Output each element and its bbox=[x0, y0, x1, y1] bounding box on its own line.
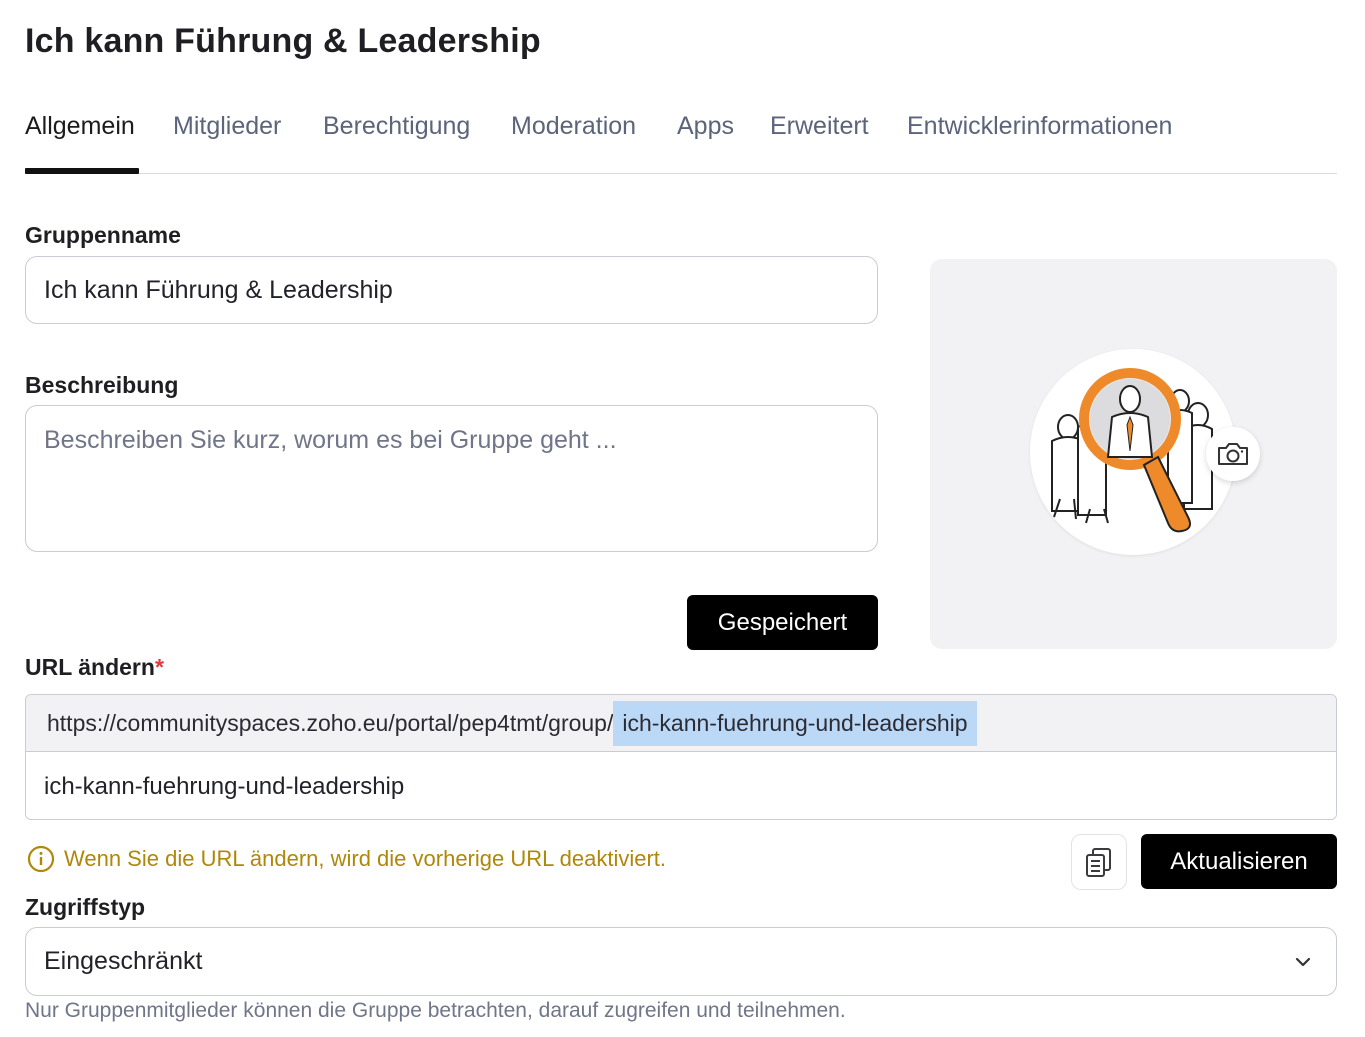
group-name-label: Gruppenname bbox=[25, 222, 181, 248]
copy-icon bbox=[1086, 848, 1111, 877]
update-url-button[interactable]: Aktualisieren bbox=[1141, 834, 1337, 889]
url-label: URL ändern* bbox=[25, 654, 164, 681]
camera-icon bbox=[1218, 443, 1248, 465]
url-warning-text: Wenn Sie die URL ändern, wird die vorher… bbox=[64, 846, 667, 871]
active-tab-indicator bbox=[25, 168, 139, 174]
tab-bar: Allgemein Mitglieder Berechtigung Modera… bbox=[25, 104, 1337, 174]
page-title: Ich kann Führung & Leadership bbox=[25, 22, 541, 60]
group-name-value: Ich kann Führung & Leadership bbox=[44, 275, 393, 304]
url-warning: Wenn Sie die URL ändern, wird die vorher… bbox=[27, 845, 666, 873]
url-slug-highlight: ich-kann-fuehrung-und-leadership bbox=[613, 700, 977, 746]
url-prefix: https://communityspaces.zoho.eu/portal/p… bbox=[26, 695, 1336, 752]
group-image-panel bbox=[930, 259, 1337, 649]
change-image-button[interactable] bbox=[1206, 427, 1260, 481]
access-type-help: Nur Gruppenmitglieder können die Gruppe … bbox=[25, 999, 846, 1022]
group-name-input[interactable]: Ich kann Führung & Leadership bbox=[25, 256, 878, 324]
tab-erweitert[interactable]: Erweitert bbox=[770, 112, 869, 141]
access-type-label: Zugriffstyp bbox=[25, 894, 146, 920]
tab-entwicklerinformationen[interactable]: Entwicklerinformationen bbox=[907, 112, 1172, 141]
save-button[interactable]: Gespeichert bbox=[687, 595, 878, 650]
description-placeholder: Beschreiben Sie kurz, worum es bei Grupp… bbox=[44, 426, 617, 454]
description-label: Beschreibung bbox=[25, 372, 179, 398]
tab-apps[interactable]: Apps bbox=[677, 112, 734, 141]
tab-moderation[interactable]: Moderation bbox=[511, 112, 636, 141]
copy-url-button[interactable] bbox=[1071, 834, 1127, 890]
access-type-select[interactable]: Eingeschränkt bbox=[25, 927, 1337, 996]
url-field-group: https://communityspaces.zoho.eu/portal/p… bbox=[25, 694, 1337, 820]
access-type-value: Eingeschränkt bbox=[44, 947, 203, 975]
required-mark: * bbox=[154, 654, 164, 680]
url-slug-value: ich-kann-fuehrung-und-leadership bbox=[44, 772, 405, 800]
tab-allgemein[interactable]: Allgemein bbox=[25, 112, 135, 141]
url-prefix-text: https://communityspaces.zoho.eu/portal/p… bbox=[47, 709, 614, 736]
url-label-text: URL ändern bbox=[25, 654, 155, 680]
description-textarea[interactable]: Beschreiben Sie kurz, worum es bei Grupp… bbox=[25, 405, 878, 552]
tab-berechtigung[interactable]: Berechtigung bbox=[323, 112, 470, 141]
info-icon bbox=[27, 845, 55, 873]
tab-mitglieder[interactable]: Mitglieder bbox=[173, 112, 281, 141]
chevron-down-icon bbox=[1295, 957, 1311, 967]
url-slug-input[interactable]: ich-kann-fuehrung-und-leadership bbox=[26, 752, 1336, 819]
